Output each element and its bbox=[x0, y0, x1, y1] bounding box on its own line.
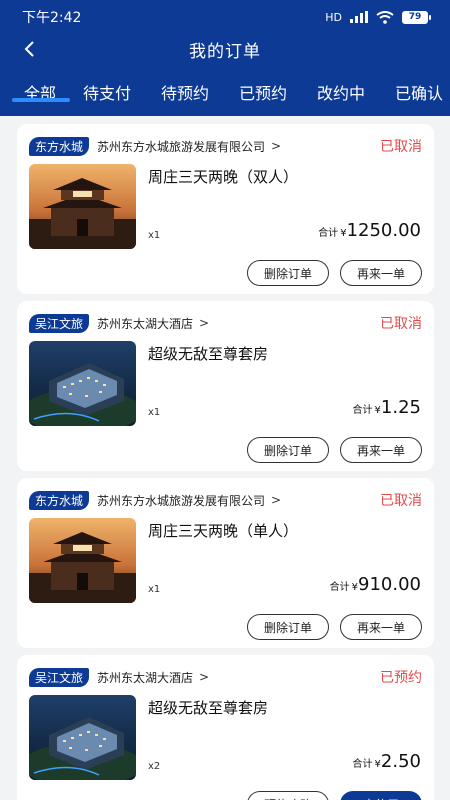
merchant-link[interactable]: 苏州东太湖大酒店 > bbox=[97, 315, 209, 332]
booking-guide-button[interactable]: 预约攻略 bbox=[247, 791, 329, 800]
order-status: 已取消 bbox=[380, 139, 422, 155]
product-name: 超级无敌至尊套房 bbox=[148, 345, 269, 363]
hotel-night-image bbox=[29, 341, 136, 426]
tab-pending-payment[interactable]: 待支付 bbox=[83, 76, 131, 104]
tab-confirmed[interactable]: 已确认 bbox=[395, 76, 443, 104]
status-bar: 下午2:42 HD 79 bbox=[0, 0, 450, 34]
product-quantity: x1 bbox=[148, 230, 161, 241]
total-amount: 1250.00 bbox=[346, 220, 421, 241]
product-name: 超级无敌至尊套房 bbox=[148, 699, 269, 717]
signal-icon bbox=[350, 11, 368, 23]
order-status: 已取消 bbox=[380, 493, 422, 509]
total-label: 合计 bbox=[352, 759, 373, 770]
order-card[interactable]: 吴江文旅 苏州东太湖大酒店 > 已取消 超级无敌至尊套房 x1 合计 ¥1.25 删… bbox=[17, 301, 434, 471]
battery-icon: 79 bbox=[402, 10, 431, 24]
order-total: 合计 ¥1250.00 bbox=[318, 220, 421, 241]
order-status: 已预约 bbox=[380, 670, 422, 686]
merchant-link[interactable]: 苏州东方水城旅游发展有限公司 > bbox=[97, 492, 281, 509]
total-label: 合计 bbox=[318, 228, 339, 239]
chevron-right-icon: > bbox=[271, 139, 282, 153]
tab-booked[interactable]: 已预约 bbox=[239, 76, 287, 104]
tab-label: 待预约 bbox=[161, 84, 210, 103]
product-name: 周庄三天两晚（双人） bbox=[148, 168, 299, 186]
order-total: 合计 ¥910.00 bbox=[330, 574, 421, 595]
product-thumbnail[interactable] bbox=[29, 341, 136, 426]
total-amount: 910.00 bbox=[358, 574, 421, 595]
brand-tag: 吴江文旅 bbox=[29, 313, 90, 333]
back-button[interactable] bbox=[16, 36, 42, 62]
wifi-icon bbox=[376, 10, 394, 24]
chevron-right-icon: > bbox=[271, 493, 282, 507]
merchant-link[interactable]: 苏州东太湖大酒店 > bbox=[97, 669, 209, 686]
chevron-right-icon: > bbox=[199, 670, 210, 684]
product-thumbnail[interactable] bbox=[29, 164, 136, 249]
tab-label: 待支付 bbox=[83, 84, 132, 103]
order-total: 合计 ¥2.50 bbox=[353, 751, 421, 772]
order-card-header: 吴江文旅 苏州东太湖大酒店 > 已预约 bbox=[29, 667, 422, 687]
chevron-left-icon bbox=[24, 41, 34, 57]
product-quantity: x2 bbox=[148, 761, 161, 772]
brand-tag: 东方水城 bbox=[29, 490, 90, 510]
product-quantity: x1 bbox=[148, 407, 161, 418]
merchant-name: 苏州东太湖大酒店 bbox=[97, 316, 194, 331]
product-thumbnail[interactable] bbox=[29, 695, 136, 780]
hotel-night-image bbox=[29, 695, 136, 780]
page-title: 我的订单 bbox=[189, 41, 261, 62]
tab-label: 已预约 bbox=[239, 84, 288, 103]
tab-pending-booking[interactable]: 待预约 bbox=[161, 76, 209, 104]
order-card-header: 吴江文旅 苏州东太湖大酒店 > 已取消 bbox=[29, 313, 422, 333]
use-now-button[interactable]: 去使用 bbox=[340, 791, 422, 800]
order-status: 已取消 bbox=[380, 316, 422, 332]
order-list-screen: 下午2:42 HD 79 我的订单 全部 待支付 待预约 已预约 改约中 已确认 bbox=[0, 0, 450, 800]
total-amount: 2.50 bbox=[380, 751, 421, 772]
merchant-name: 苏州东方水城旅游发展有限公司 bbox=[97, 139, 266, 154]
gate-tower-image bbox=[29, 518, 136, 603]
title-bar: 我的订单 bbox=[0, 34, 450, 64]
product-quantity: x1 bbox=[148, 584, 161, 595]
gate-tower-image bbox=[29, 164, 136, 249]
delete-order-button[interactable]: 删除订单 bbox=[247, 260, 329, 286]
tab-rescheduling[interactable]: 改约中 bbox=[317, 76, 365, 104]
delete-order-button[interactable]: 删除订单 bbox=[247, 437, 329, 463]
product-name: 周庄三天两晚（单人） bbox=[148, 522, 299, 540]
order-card[interactable]: 东方水城 苏州东方水城旅游发展有限公司 > 已取消 周庄三天两晚（单人） x1 … bbox=[17, 478, 434, 648]
reorder-button[interactable]: 再来一单 bbox=[340, 614, 422, 640]
chevron-right-icon: > bbox=[199, 316, 210, 330]
delete-order-button[interactable]: 删除订单 bbox=[247, 614, 329, 640]
order-status-tabs: 全部 待支付 待预约 已预约 改约中 已确认 bbox=[0, 76, 450, 110]
order-total: 合计 ¥1.25 bbox=[353, 397, 421, 418]
reorder-button[interactable]: 再来一单 bbox=[340, 437, 422, 463]
order-card[interactable]: 东方水城 苏州东方水城旅游发展有限公司 > 已取消 周庄三天两晚（双人） x1 … bbox=[17, 124, 434, 294]
tab-all[interactable]: 全部 bbox=[12, 76, 70, 104]
order-card[interactable]: 吴江文旅 苏州东太湖大酒店 > 已预约 超级无敌至尊套房 x2 合计¥2.50 预… bbox=[17, 655, 434, 800]
product-thumbnail[interactable] bbox=[29, 518, 136, 603]
brand-tag: 东方水城 bbox=[29, 136, 90, 156]
merchant-link[interactable]: 苏州东方水城旅游发展有限公司 > bbox=[97, 138, 281, 155]
total-label: 合计 bbox=[329, 582, 350, 593]
tab-label: 改约中 bbox=[317, 84, 366, 103]
total-label: 合计 bbox=[352, 405, 373, 416]
tab-label: 已确认 bbox=[395, 84, 444, 103]
reorder-button[interactable]: 再来一单 bbox=[340, 260, 422, 286]
header: 下午2:42 HD 79 我的订单 全部 待支付 待预约 已预约 改约中 已确认 bbox=[0, 0, 450, 116]
total-amount: 1.25 bbox=[380, 397, 421, 418]
order-card-header: 东方水城 苏州东方水城旅游发展有限公司 > 已取消 bbox=[29, 490, 422, 510]
merchant-name: 苏州东方水城旅游发展有限公司 bbox=[97, 493, 266, 508]
merchant-name: 苏州东太湖大酒店 bbox=[97, 670, 194, 685]
brand-tag: 吴江文旅 bbox=[29, 667, 90, 687]
network-type: HD bbox=[325, 10, 342, 24]
order-card-header: 东方水城 苏州东方水城旅游发展有限公司 > 已取消 bbox=[29, 136, 422, 156]
tab-active-indicator bbox=[12, 98, 70, 102]
status-time: 下午2:42 bbox=[22, 10, 82, 26]
status-icons: HD 79 bbox=[325, 10, 431, 24]
